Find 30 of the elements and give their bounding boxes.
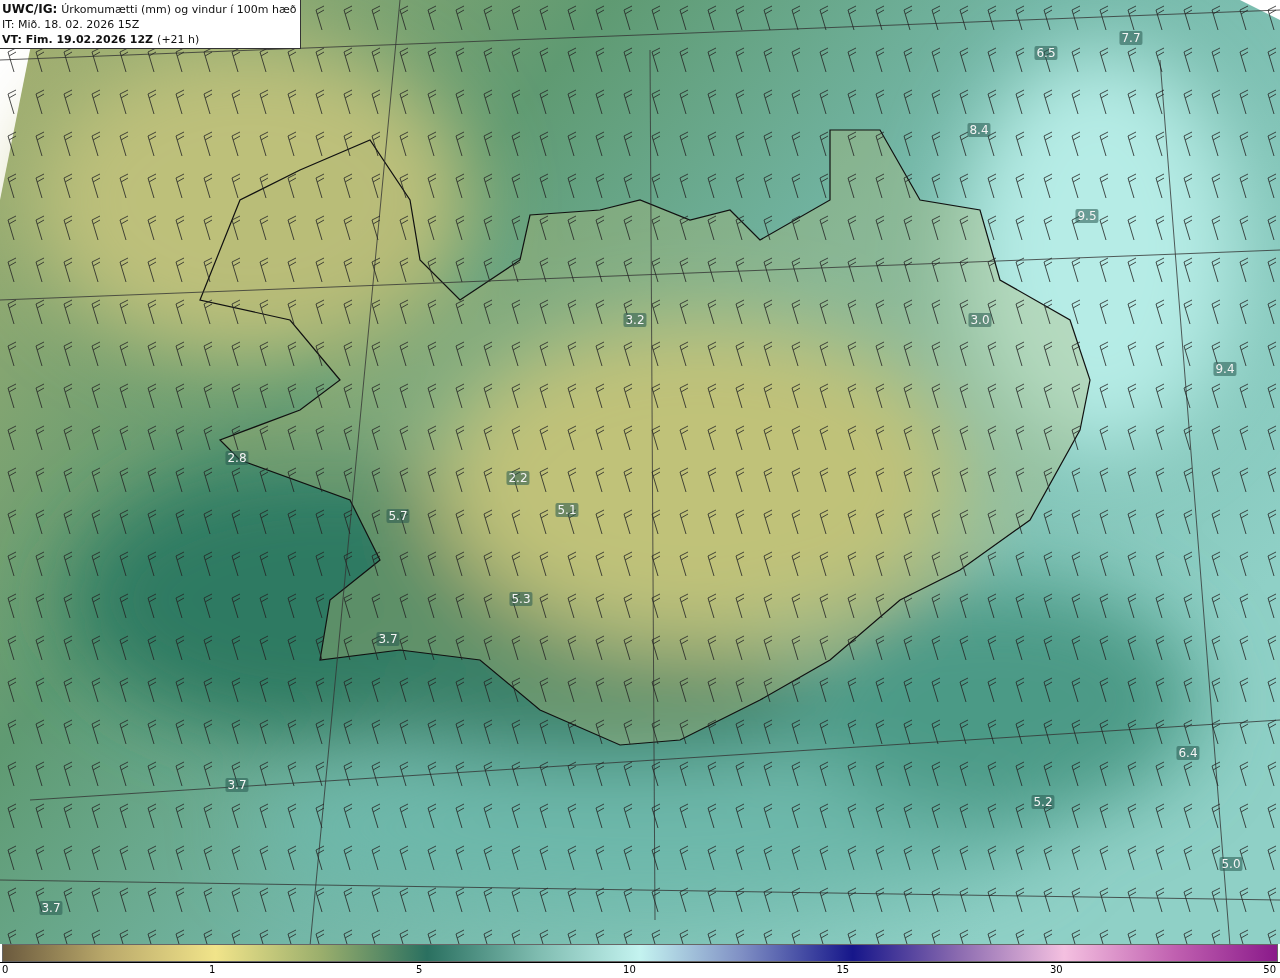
scale-tick-label: 15 xyxy=(836,963,850,978)
value-label: 3.2 xyxy=(623,313,647,327)
value-label: 6.4 xyxy=(1176,746,1200,760)
value-label: 5.3 xyxy=(509,592,533,606)
scale-tick-label: 0 xyxy=(2,963,9,978)
scale-tick-label: 5 xyxy=(416,963,423,978)
issue-time: IT: Mið. 18. 02. 2026 15Z xyxy=(2,17,140,32)
map-description: Úrkomumætti (mm) og vindur í 100m hæð xyxy=(61,2,297,17)
valid-time: VT: Fim. 19.02.2026 12Z xyxy=(2,32,154,47)
value-label: 2.2 xyxy=(506,471,530,485)
value-label: 3.7 xyxy=(225,778,249,792)
product-code: UWC/IG: xyxy=(2,2,58,17)
scale-tick-label: 50 xyxy=(1263,963,1276,978)
forecast-offset: (+21 h) xyxy=(157,32,200,47)
value-label: 9.4 xyxy=(1213,362,1237,376)
scale-tick-label: 30 xyxy=(1049,963,1063,978)
value-label: 7.7 xyxy=(1119,31,1143,45)
scale-tick-label: 1 xyxy=(209,963,216,978)
value-label: 5.1 xyxy=(555,503,579,517)
value-label: 5.2 xyxy=(1031,795,1055,809)
value-label: 3.0 xyxy=(968,313,992,327)
value-label: 2.8 xyxy=(225,451,249,465)
value-label: 6.5 xyxy=(1034,46,1058,60)
value-label: 3.7 xyxy=(39,901,63,915)
value-label: 3.7 xyxy=(376,632,400,646)
value-label: 5.0 xyxy=(1219,857,1243,871)
value-label: 9.5 xyxy=(1075,209,1099,223)
value-label: 5.7 xyxy=(386,509,410,523)
scale-tick-label: 10 xyxy=(623,963,636,978)
value-label: 8.4 xyxy=(967,123,991,137)
